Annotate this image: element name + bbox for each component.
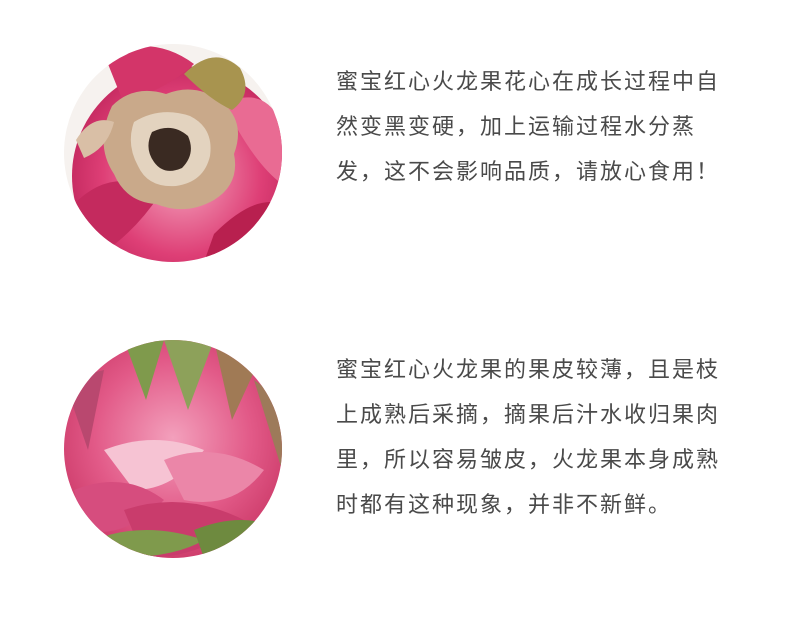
dragon-fruit-skin-photo [64,340,282,558]
info-section-thin-skin: 蜜宝红心火龙果的果皮较薄，且是枝上成熟后采摘，摘果后汁水收归果肉里，所以容易皱皮… [0,340,790,570]
thin-skin-description: 蜜宝红心火龙果的果皮较薄，且是枝上成熟后采摘，摘果后汁水收归果肉里，所以容易皱皮… [336,358,721,518]
flower-core-description: 蜜宝红心火龙果花心在成长过程中自然变黑变硬，加上运输过程水分蒸发，这不会影响品质… [336,70,721,185]
info-section-flower-core: 蜜宝红心火龙果花心在成长过程中自然变黑变硬，加上运输过程水分蒸发，这不会影响品质… [0,44,790,274]
dragon-fruit-top-photo [64,44,282,262]
